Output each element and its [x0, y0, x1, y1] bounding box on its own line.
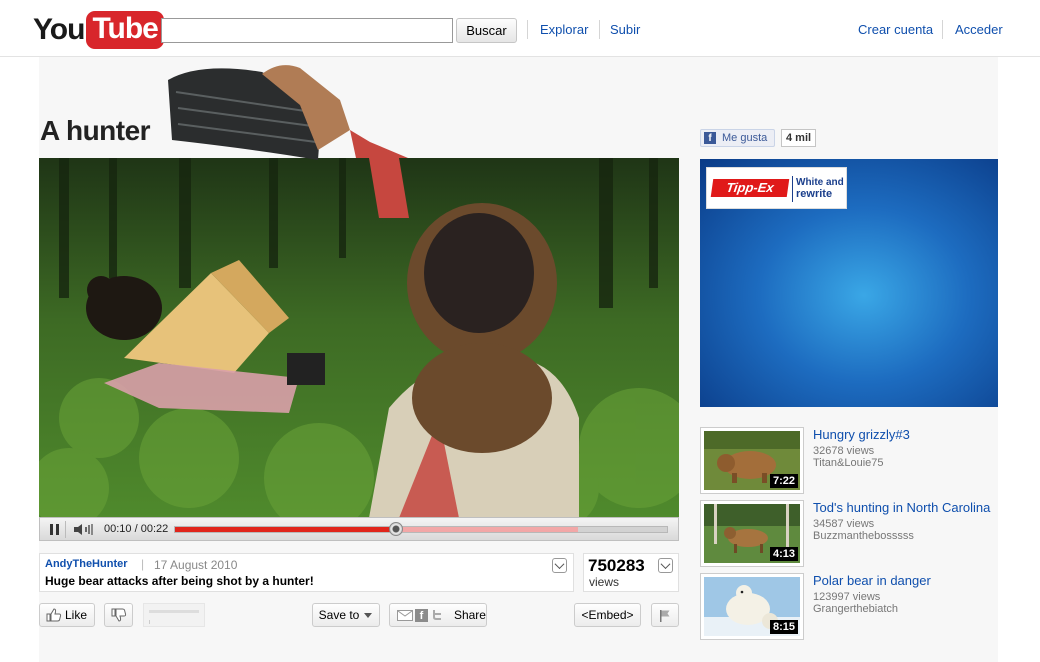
- nav-divider: [599, 20, 600, 39]
- total-time: 00:22: [140, 523, 169, 535]
- dislike-button[interactable]: [104, 603, 133, 627]
- related-thumbnail[interactable]: 8:15: [700, 573, 804, 640]
- related-uploader: Buzzmanthebosssss: [813, 530, 914, 542]
- related-video-item[interactable]: 7:22 Hungry grizzly#3 32678 views Titan&…: [700, 427, 998, 497]
- related-video-item[interactable]: 4:13 Tod's hunting in North Carolina 345…: [700, 500, 998, 570]
- time-separator: /: [131, 523, 141, 535]
- ad-divider: [792, 176, 793, 202]
- speaker-icon: [74, 524, 93, 535]
- volume-button[interactable]: [71, 521, 99, 538]
- email-icon: [397, 609, 413, 621]
- save-to-button[interactable]: Save to: [312, 603, 380, 627]
- search-button[interactable]: Buscar: [456, 18, 517, 43]
- related-title-link[interactable]: Tod's hunting in North Carolina: [813, 500, 990, 515]
- expand-stats-button[interactable]: [658, 558, 673, 573]
- pause-icon: [50, 524, 53, 535]
- related-views: 32678 views: [813, 445, 875, 457]
- facebook-like-button[interactable]: f Me gusta: [700, 129, 775, 147]
- related-title-link[interactable]: Hungry grizzly#3: [813, 427, 910, 442]
- seek-bar[interactable]: [174, 522, 668, 536]
- related-video-item[interactable]: 8:15 Polar bear in danger 123997 views G…: [700, 573, 998, 643]
- video-description: Huge bear attacks after being shot by a …: [45, 574, 314, 588]
- thumbs-up-icon: [46, 608, 62, 622]
- played-bar: [175, 527, 396, 532]
- related-thumbnail[interactable]: 7:22: [700, 427, 804, 494]
- video-info-panel: AndyTheHunter | 17 August 2010 Huge bear…: [39, 553, 574, 592]
- duration-badge: 4:13: [769, 547, 798, 561]
- video-player[interactable]: [39, 158, 679, 518]
- create-account-link[interactable]: Crear cuenta: [858, 22, 933, 37]
- time-display: 00:10 / 00:22: [104, 523, 168, 535]
- pause-icon: [56, 524, 59, 535]
- search-input[interactable]: [161, 18, 453, 43]
- upload-date: 17 August 2010: [154, 558, 238, 572]
- related-uploader: Titan&Louie75: [813, 457, 884, 469]
- current-time: 00:10: [104, 523, 132, 535]
- nav-divider: [942, 20, 943, 39]
- ad-tagline-line2: rewrite: [796, 188, 833, 200]
- video-frame-image: [39, 158, 679, 518]
- share-button[interactable]: f Share: [389, 603, 487, 627]
- ad-tagline-line1: White and: [796, 177, 844, 188]
- facebook-like-count: 4 mil: [781, 129, 817, 147]
- embed-label: <Embed>: [581, 608, 634, 622]
- nav-upload-link[interactable]: Subir: [610, 22, 640, 37]
- related-uploader: Grangerthebiatch: [813, 603, 898, 615]
- info-separator: |: [141, 557, 145, 571]
- like-label: Like: [65, 608, 88, 622]
- duration-badge: 8:15: [769, 620, 798, 634]
- save-to-label: Save to: [318, 608, 360, 622]
- seek-handle[interactable]: [389, 522, 403, 536]
- facebook-like-label: Me gusta: [722, 132, 768, 144]
- thumbs-down-icon: [111, 608, 126, 622]
- view-count-panel: 750283 views: [583, 553, 679, 592]
- ad-brand: Tipp-Ex: [710, 179, 790, 197]
- video-title: A hunter: [40, 115, 151, 146]
- rating-bar: [143, 603, 205, 627]
- duration-badge: 7:22: [769, 474, 798, 488]
- related-title-link[interactable]: Polar bear in danger: [813, 573, 931, 588]
- masthead: You Tube Buscar Explorar Subir Crear cue…: [0, 0, 1040, 57]
- youtube-logo[interactable]: You Tube: [33, 10, 164, 50]
- advertisement[interactable]: Tipp-Ex White and rewrite: [700, 159, 998, 407]
- logo-tube-text: Tube: [86, 11, 164, 49]
- chevron-down-icon: [364, 613, 373, 618]
- related-thumbnail[interactable]: 4:13: [700, 500, 804, 567]
- flag-icon: [660, 609, 670, 622]
- uploader-link[interactable]: AndyTheHunter: [45, 558, 128, 570]
- nav-explore-link[interactable]: Explorar: [540, 22, 588, 37]
- nav-divider: [527, 20, 528, 39]
- facebook-icon: f: [704, 132, 716, 144]
- share-label: Share: [453, 608, 486, 622]
- view-count-label: views: [589, 575, 620, 589]
- view-count: 750283: [588, 556, 645, 575]
- related-views: 34587 views: [813, 518, 875, 530]
- like-button[interactable]: Like: [39, 603, 95, 627]
- facebook-icon: f: [414, 608, 428, 622]
- related-views: 123997 views: [813, 591, 881, 603]
- twitter-icon: [432, 610, 441, 620]
- player-controls: 00:10 / 00:22: [39, 517, 679, 541]
- ad-logo: Tipp-Ex White and rewrite: [706, 167, 847, 209]
- expand-description-button[interactable]: [552, 558, 567, 573]
- sign-in-link[interactable]: Acceder: [955, 22, 1003, 37]
- embed-button[interactable]: <Embed>: [574, 603, 641, 627]
- flag-button[interactable]: [651, 603, 679, 627]
- pause-button[interactable]: [44, 521, 66, 538]
- logo-you-text: You: [33, 13, 85, 46]
